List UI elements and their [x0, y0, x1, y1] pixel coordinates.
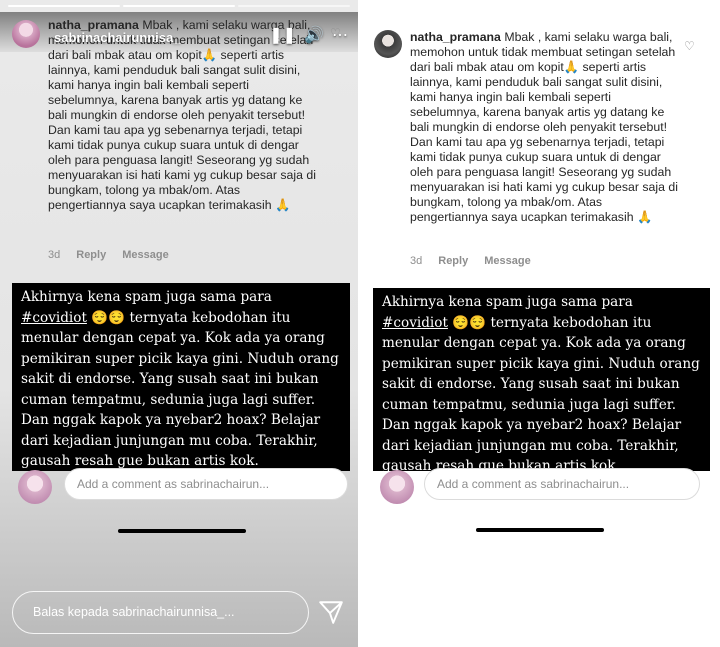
story-controls: ❚❚ 🔊 ⋯ — [269, 25, 348, 45]
home-indicator — [476, 528, 604, 532]
heart-icon[interactable]: ♡ — [684, 39, 695, 53]
story-username[interactable]: sabrinachairunnisa_ — [54, 30, 180, 45]
caption-rest: ternyata kebodohan itu menular dengan ce… — [21, 309, 339, 470]
caption-line1: Akhirnya kena spam juga sama para — [21, 289, 272, 305]
commenter-avatar — [12, 20, 40, 48]
reply-link[interactable]: Reply — [438, 255, 468, 267]
comment-meta: 3d Reply Message — [410, 255, 531, 267]
reply-link[interactable]: Reply — [76, 249, 106, 261]
caption-emoji: 😌😌 — [91, 309, 126, 326]
story-reply-input[interactable]: Balas kepada sabrinachairunnisa_... — [12, 591, 309, 634]
own-avatar — [380, 470, 414, 504]
caption-line1: Akhirnya kena spam juga sama para — [382, 294, 633, 310]
comment-username[interactable]: natha_pramana — [410, 30, 501, 44]
comment-time: 3d — [410, 255, 423, 267]
comment-text: natha_pramana Mbak , kami selaku warga b… — [410, 30, 680, 225]
caption-hashtag[interactable]: #covidiot — [21, 310, 87, 326]
comment-text: natha_pramana Mbak , kami selaku warga b… — [48, 18, 318, 213]
message-link[interactable]: Message — [122, 249, 168, 261]
caption-hashtag[interactable]: #covidiot — [382, 315, 448, 331]
more-icon[interactable]: ⋯ — [332, 25, 348, 45]
comment-body: Mbak , kami selaku warga bali, memohon u… — [48, 18, 316, 212]
sound-icon[interactable]: 🔊 — [304, 25, 324, 45]
comment-body: Mbak , kami selaku warga bali, memohon u… — [410, 30, 678, 224]
story-caption: Akhirnya kena spam juga sama para #covid… — [12, 283, 350, 471]
add-comment-input[interactable]: Add a comment as sabrinachairun... — [64, 468, 348, 500]
caption-emoji: 😌😌 — [452, 314, 487, 331]
pause-icon[interactable]: ❚❚ — [269, 25, 296, 45]
story-progress — [8, 5, 350, 7]
comment-meta: 3d Reply Message — [48, 249, 169, 261]
commenter-avatar — [374, 30, 402, 58]
message-link[interactable]: Message — [484, 255, 530, 267]
add-comment-input[interactable]: Add a comment as sabrinachairun... — [424, 468, 700, 500]
story-caption: Akhirnya kena spam juga sama para #covid… — [373, 288, 710, 474]
caption-rest: ternyata kebodohan itu menular dengan ce… — [382, 314, 700, 475]
home-indicator — [118, 529, 246, 533]
own-avatar — [18, 470, 52, 504]
story-view: natha_pramana Mbak , kami selaku warga b… — [0, 0, 358, 647]
send-icon[interactable] — [318, 599, 344, 625]
comment-view: natha_pramana Mbak , kami selaku warga b… — [362, 0, 720, 647]
comment-time: 3d — [48, 249, 61, 261]
